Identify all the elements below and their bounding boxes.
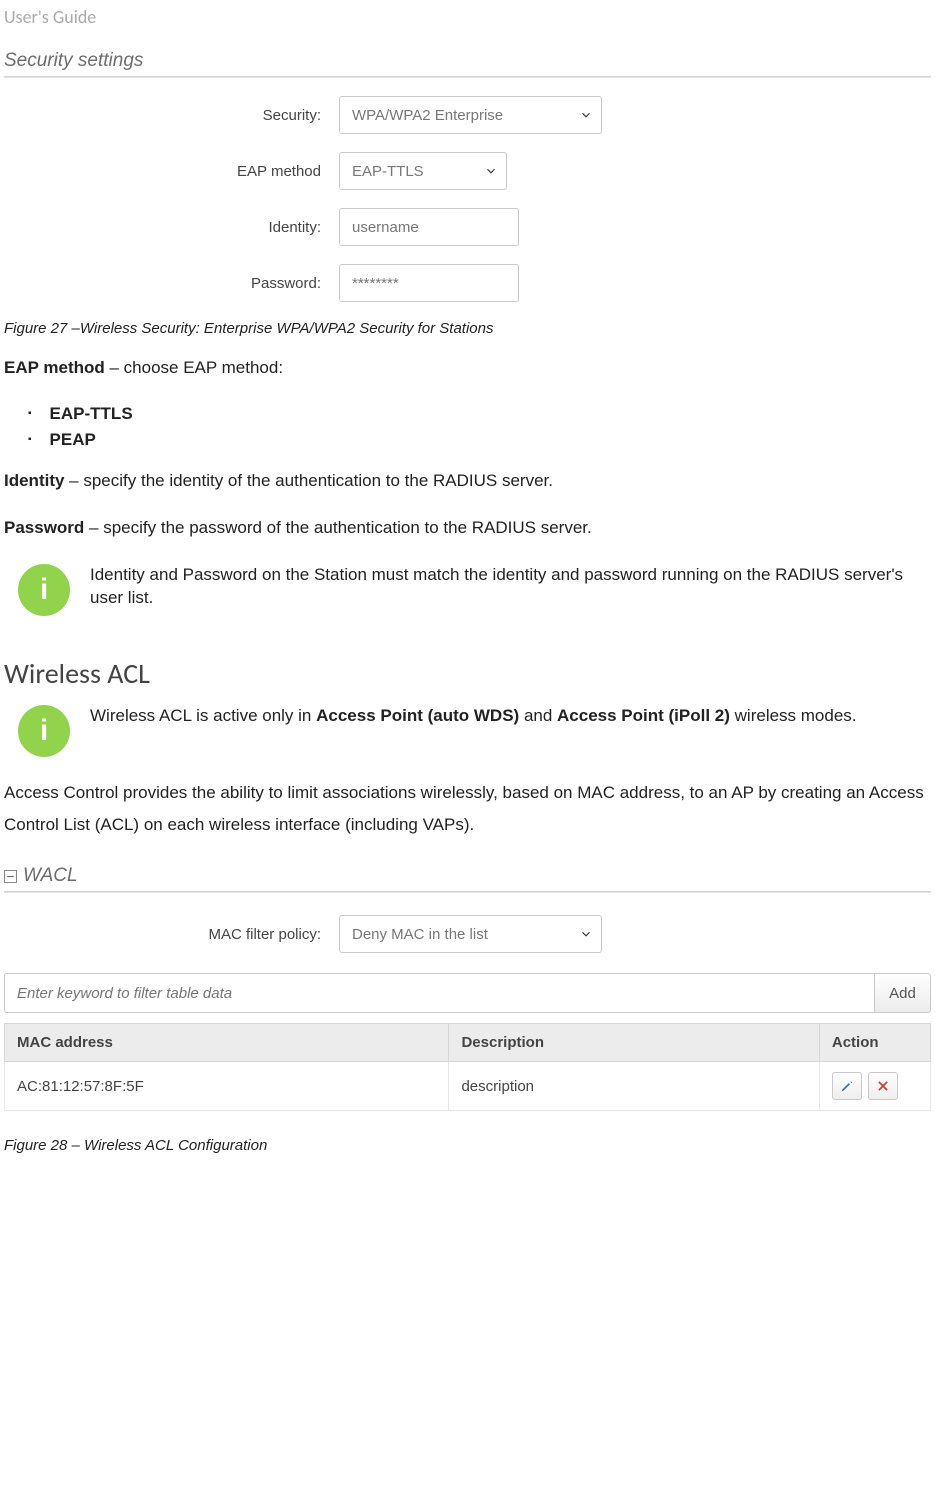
password-field[interactable] — [339, 264, 519, 302]
info2-post: wireless modes. — [730, 706, 857, 725]
panel-title: Security settings — [4, 50, 931, 72]
divider — [4, 891, 931, 893]
row-mac-filter: MAC filter policy: — [4, 915, 931, 953]
info-text-2: Wireless ACL is active only in Access Po… — [90, 705, 857, 728]
cell-mac: AC:81:12:57:8F:5F — [5, 1062, 449, 1111]
eap-select[interactable] — [339, 152, 479, 190]
password-line-rest: – specify the password of the authentica… — [84, 518, 591, 537]
pencil-icon — [840, 1079, 854, 1093]
table-row: AC:81:12:57:8F:5F description — [5, 1062, 931, 1111]
wacl-panel: − WACL MAC filter policy: Add MAC addres… — [4, 865, 931, 1111]
search-row: Add — [4, 973, 931, 1013]
info2-pre: Wireless ACL is active only in — [90, 706, 316, 725]
edit-button[interactable] — [832, 1072, 862, 1100]
wacl-title: WACL — [23, 865, 78, 887]
th-action: Action — [819, 1024, 930, 1062]
info-box-2: i Wireless ACL is active only in Access … — [18, 705, 931, 757]
label-identity: Identity: — [4, 219, 339, 236]
wacl-header: − WACL — [4, 865, 931, 887]
chevron-down-icon[interactable] — [570, 915, 602, 953]
figure-28-caption: Figure 28 – Wireless ACL Configuration — [4, 1137, 935, 1154]
info-icon: i — [18, 705, 70, 757]
info-box-1: i Identity and Password on the Station m… — [18, 564, 931, 616]
eap-method-intro: EAP method – choose EAP method: — [4, 357, 931, 380]
mac-filter-select[interactable] — [339, 915, 574, 953]
add-button[interactable]: Add — [875, 973, 931, 1013]
eap-list-item: PEAP — [28, 430, 931, 450]
acl-table: MAC address Description Action AC:81:12:… — [4, 1023, 931, 1111]
identity-line-bold: Identity — [4, 471, 64, 490]
section-wireless-acl: Wireless ACL — [4, 656, 931, 691]
delete-button[interactable] — [868, 1072, 898, 1100]
cell-action — [819, 1062, 930, 1111]
chevron-down-icon[interactable] — [475, 152, 507, 190]
th-mac: MAC address — [5, 1024, 449, 1062]
divider — [4, 76, 931, 78]
info-text-1: Identity and Password on the Station mus… — [90, 564, 931, 610]
info-icon: i — [18, 564, 70, 616]
eap-method-intro-rest: – choose EAP method: — [105, 358, 283, 377]
eap-list-item: EAP-TTLS — [28, 404, 931, 424]
info2-b1: Access Point (auto WDS) — [316, 706, 519, 725]
info2-b2: Access Point (iPoll 2) — [557, 706, 730, 725]
row-password: Password: — [4, 264, 931, 302]
identity-field[interactable] — [339, 208, 519, 246]
info2-mid: and — [519, 706, 557, 725]
security-select[interactable] — [339, 96, 574, 134]
security-settings-panel: Security settings Security: EAP method I… — [4, 50, 931, 302]
password-line-bold: Password — [4, 518, 84, 537]
password-line: Password – specify the password of the a… — [4, 517, 931, 540]
row-security: Security: — [4, 96, 931, 134]
close-icon — [876, 1079, 890, 1093]
th-desc: Description — [449, 1024, 819, 1062]
identity-line: Identity – specify the identity of the a… — [4, 470, 931, 493]
identity-line-rest: – specify the identity of the authentica… — [64, 471, 553, 490]
search-input[interactable] — [4, 973, 875, 1013]
label-mac-filter: MAC filter policy: — [4, 926, 339, 943]
label-eap: EAP method — [4, 163, 339, 180]
figure-27-caption: Figure 27 –Wireless Security: Enterprise… — [4, 320, 935, 337]
acl-intro: Access Control provides the ability to l… — [4, 777, 931, 842]
eap-list: EAP-TTLS PEAP — [28, 404, 931, 450]
row-eap: EAP method — [4, 152, 931, 190]
label-password: Password: — [4, 275, 339, 292]
row-identity: Identity: — [4, 208, 931, 246]
chevron-down-icon[interactable] — [570, 96, 602, 134]
cell-desc: description — [449, 1062, 819, 1111]
header-note: User's Guide — [4, 6, 935, 28]
label-security: Security: — [4, 107, 339, 124]
collapse-icon[interactable]: − — [4, 870, 17, 883]
eap-method-intro-bold: EAP method — [4, 358, 105, 377]
